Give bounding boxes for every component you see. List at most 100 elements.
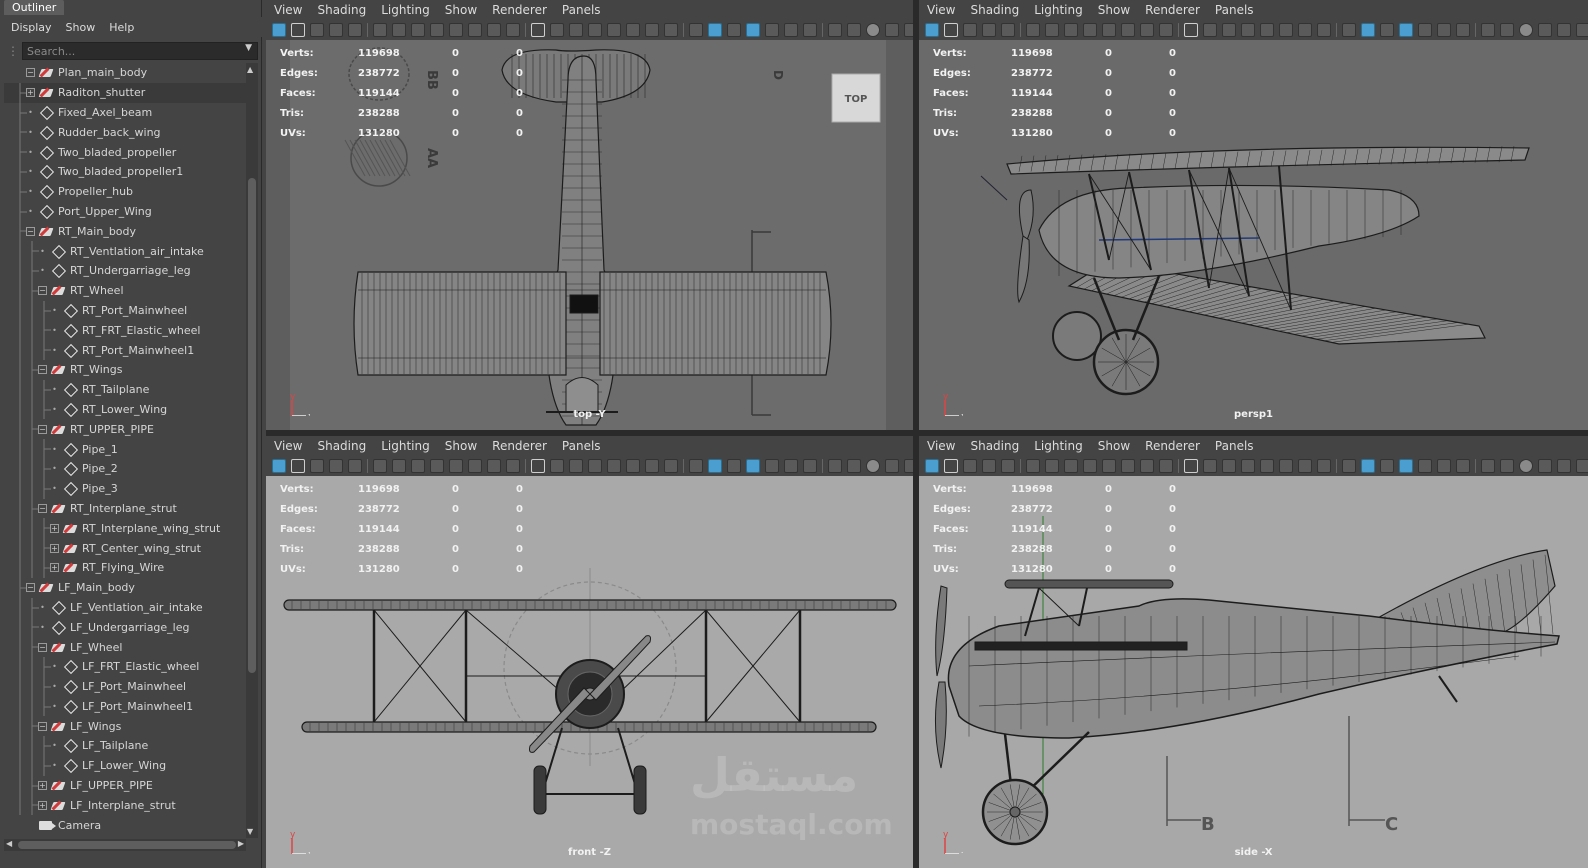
toolbar-tool-icon[interactable] xyxy=(1026,23,1040,37)
toolbar-tool-icon[interactable] xyxy=(1241,459,1255,473)
toolbar-tool-icon[interactable] xyxy=(1538,459,1552,473)
toolbar-tool-icon[interactable] xyxy=(569,459,583,473)
toolbar-tool-icon[interactable] xyxy=(828,23,842,37)
viewport-menu-lighting[interactable]: Lighting xyxy=(1034,439,1083,453)
toolbar-tool-icon[interactable] xyxy=(348,459,362,473)
toolbar-tool-icon[interactable] xyxy=(1317,459,1331,473)
toolbar-tool-icon[interactable] xyxy=(373,459,387,473)
toolbar-tool-icon[interactable] xyxy=(727,459,741,473)
outliner-item[interactable]: − RT_Main_body xyxy=(4,221,246,242)
toolbar-tool-icon[interactable] xyxy=(310,459,324,473)
toolbar-tool-icon[interactable] xyxy=(645,459,659,473)
toolbar-tool-icon[interactable] xyxy=(272,459,286,473)
toolbar-tool-icon[interactable] xyxy=(963,23,977,37)
outliner-item[interactable]: − Plan_main_body xyxy=(4,63,246,83)
collapse-icon[interactable]: − xyxy=(26,226,35,236)
toolbar-tool-icon[interactable] xyxy=(1538,23,1552,37)
toolbar-tool-icon[interactable] xyxy=(708,459,722,473)
toolbar-tool-icon[interactable] xyxy=(885,459,899,473)
toolbar-tool-icon[interactable] xyxy=(487,459,501,473)
viewport-persp[interactable]: View Shading Lighting Show Renderer Panels Ver… xyxy=(919,0,1588,430)
viewport-top[interactable]: View Shading Lighting Show Renderer Panels BB A… xyxy=(266,0,913,430)
collapse-icon[interactable]: − xyxy=(26,583,35,593)
toolbar-tool-icon[interactable] xyxy=(1342,459,1356,473)
toolbar-tool-icon[interactable] xyxy=(664,23,678,37)
toolbar-tool-icon[interactable] xyxy=(689,459,703,473)
collapse-icon[interactable]: − xyxy=(38,642,47,652)
viewport-menu-renderer[interactable]: Renderer xyxy=(1145,3,1200,17)
outliner-item[interactable]: • RT_Ventlation_air_intake xyxy=(4,241,246,261)
outliner-item[interactable]: • RT_Tailplane xyxy=(4,379,246,400)
collapse-icon[interactable]: − xyxy=(38,503,47,513)
viewport-menu-renderer[interactable]: Renderer xyxy=(1145,439,1200,453)
viewport-menu-view[interactable]: View xyxy=(274,3,302,17)
toolbar-tool-icon[interactable] xyxy=(1001,23,1015,37)
outliner-item[interactable]: • Pipe_2 xyxy=(4,458,246,479)
toolbar-tool-icon[interactable] xyxy=(1026,459,1040,473)
outliner-item[interactable]: − LF_Wheel xyxy=(4,637,246,657)
toolbar-tool-icon[interactable] xyxy=(329,459,343,473)
collapse-icon[interactable]: − xyxy=(38,721,47,731)
outliner-item[interactable]: • Fixed_Axel_beam xyxy=(4,102,246,123)
toolbar-tool-icon[interactable] xyxy=(1140,459,1154,473)
toolbar-tool-icon[interactable] xyxy=(1456,459,1470,473)
toolbar-tool-icon[interactable] xyxy=(784,23,798,37)
viewport-menu-panels[interactable]: Panels xyxy=(1215,439,1254,453)
viewport-menu-lighting[interactable]: Lighting xyxy=(1034,3,1083,17)
toolbar-tool-icon[interactable] xyxy=(866,23,880,37)
outliner-item[interactable]: • RT_Lower_Wing xyxy=(4,399,246,420)
outliner-item[interactable]: • LF_Port_Mainwheel xyxy=(4,676,246,697)
toolbar-tool-icon[interactable] xyxy=(1159,459,1173,473)
toolbar-tool-icon[interactable] xyxy=(1437,459,1451,473)
outliner-vertical-scrollbar[interactable]: ▲ ▼ xyxy=(246,63,258,838)
viewport-menu-shading[interactable]: Shading xyxy=(317,439,366,453)
expand-icon[interactable]: + xyxy=(50,543,59,553)
expand-icon[interactable]: + xyxy=(38,800,47,810)
viewport-front[interactable]: View Shading Lighting Show Renderer Panels Ver… xyxy=(266,436,913,868)
toolbar-tool-icon[interactable] xyxy=(982,23,996,37)
toolbar-tool-icon[interactable] xyxy=(1418,459,1432,473)
outliner-item[interactable]: • Pipe_3 xyxy=(4,478,246,499)
toolbar-tool-icon[interactable] xyxy=(1298,23,1312,37)
viewport-divider-horizontal[interactable] xyxy=(266,430,1588,436)
outliner-item[interactable]: + LF_UPPER_PIPE xyxy=(4,775,246,796)
outliner-item[interactable]: • Rudder_back_wing xyxy=(4,122,246,143)
outliner-item[interactable]: • LF_Lower_Wing xyxy=(4,755,246,776)
toolbar-tool-icon[interactable] xyxy=(689,23,703,37)
toolbar-tool-icon[interactable] xyxy=(1064,459,1078,473)
collapse-icon[interactable]: − xyxy=(26,68,35,78)
outliner-item[interactable]: • Propeller_hub xyxy=(4,181,246,202)
toolbar-tool-icon[interactable] xyxy=(1500,459,1514,473)
toolbar-tool-icon[interactable] xyxy=(1203,23,1217,37)
toolbar-tool-icon[interactable] xyxy=(569,23,583,37)
view-cube-label[interactable]: TOP xyxy=(845,94,868,105)
viewport-side[interactable]: View Shading Lighting Show Renderer Panels B C V… xyxy=(919,436,1588,868)
toolbar-tool-icon[interactable] xyxy=(626,459,640,473)
toolbar-tool-icon[interactable] xyxy=(1317,23,1331,37)
scrollbar-thumb[interactable] xyxy=(18,841,236,849)
toolbar-tool-icon[interactable] xyxy=(348,23,362,37)
outliner-item[interactable]: • LF_Ventlation_air_intake xyxy=(4,597,246,618)
scroll-left-icon[interactable]: ◀ xyxy=(6,839,12,848)
toolbar-tool-icon[interactable] xyxy=(1437,23,1451,37)
toolbar-tool-icon[interactable] xyxy=(272,23,286,37)
toolbar-tool-icon[interactable] xyxy=(1279,459,1293,473)
expand-icon[interactable]: + xyxy=(50,523,59,533)
viewport-menu-show[interactable]: Show xyxy=(1098,439,1130,453)
toolbar-tool-icon[interactable] xyxy=(1140,23,1154,37)
toolbar-tool-icon[interactable] xyxy=(1260,459,1274,473)
toolbar-tool-icon[interactable] xyxy=(1481,459,1495,473)
toolbar-tool-icon[interactable] xyxy=(626,23,640,37)
outliner-item[interactable]: + RT_Interplane_wing_strut xyxy=(4,518,246,539)
outliner-search-input[interactable] xyxy=(22,42,258,60)
toolbar-tool-icon[interactable] xyxy=(1260,23,1274,37)
viewport-canvas[interactable]: BB AA D TOP Verts: 119698 0 0 Edges: 238772 0 0 Face… xyxy=(266,40,913,430)
toolbar-tool-icon[interactable] xyxy=(1380,23,1394,37)
outliner-item[interactable]: • LF_FRT_Elastic_wheel xyxy=(4,656,246,677)
toolbar-tool-icon[interactable] xyxy=(1557,23,1571,37)
toolbar-tool-icon[interactable] xyxy=(468,23,482,37)
toolbar-tool-icon[interactable] xyxy=(430,459,444,473)
toolbar-tool-icon[interactable] xyxy=(291,23,305,37)
outliner-item[interactable]: − RT_Interplane_strut xyxy=(4,498,246,519)
toolbar-tool-icon[interactable] xyxy=(588,459,602,473)
